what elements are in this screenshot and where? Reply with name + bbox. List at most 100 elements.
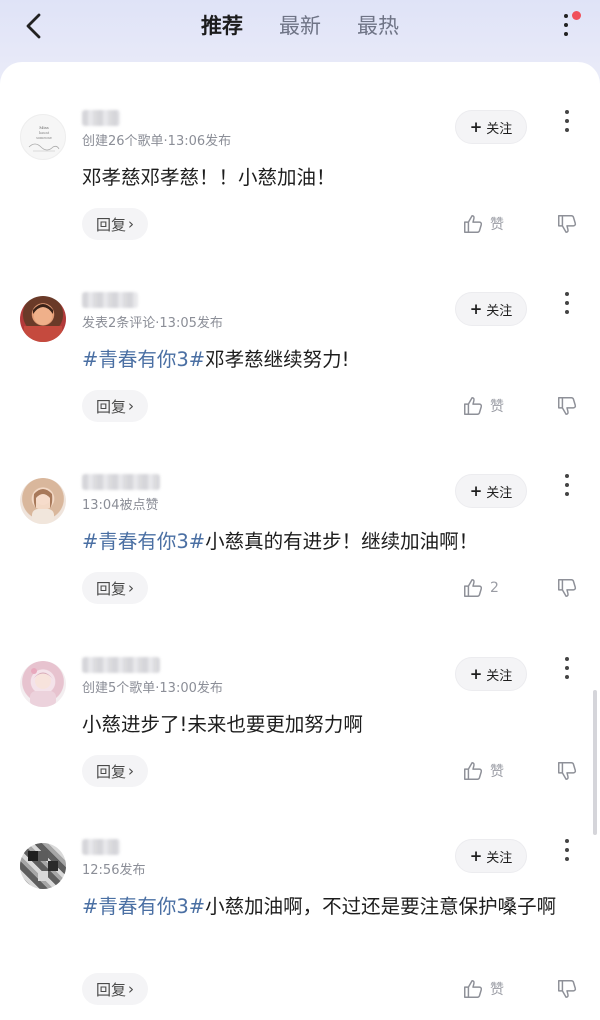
hashtag[interactable]: #青春有你3# [82,530,205,553]
thumbs-down-icon [558,215,577,233]
dislike-button[interactable] [556,390,582,422]
reply-button[interactable]: 回复 › [82,973,148,1005]
comment-menu-button[interactable] [556,657,578,685]
like-count: 赞 [490,217,504,233]
thumbs-up-icon [464,215,483,233]
comment-body: 邓孝慈邓孝慈！！小慈加油！ [82,166,336,189]
reply-button[interactable]: 回复 › [82,390,148,422]
plus-icon: + [469,665,483,683]
more-options-button[interactable] [550,8,586,44]
scrollbar-thumb[interactable] [593,690,597,835]
thumbs-down-icon [558,980,577,998]
comment-menu-button[interactable] [556,474,578,502]
comment-meta: 创建26个歌单·13:06发布 [82,134,232,149]
dislike-button[interactable] [556,572,582,604]
thumbs-down-icon [558,397,577,415]
like-button[interactable]: 赞 [462,973,512,1005]
follow-button[interactable]: + 关注 [455,839,527,873]
thumbs-up-icon [464,579,483,597]
notification-dot [572,11,581,20]
follow-button[interactable]: + 关注 [455,657,527,691]
thumbs-up-icon [464,397,483,415]
comment-text: 邓孝慈邓孝慈！！小慈加油！ [82,160,587,195]
username-blurred [82,110,120,126]
plus-icon: + [469,300,483,318]
thumbs-down-icon [558,579,577,597]
chevron-right-icon: › [128,397,134,415]
follow-button[interactable]: + 关注 [455,292,527,326]
svg-text:someone: someone [36,136,52,140]
follow-label: 关注 [486,485,513,501]
avatar[interactable] [20,843,66,889]
avatar-pixelated [20,843,66,889]
avatar[interactable] [20,661,66,707]
vertical-dots-icon [564,14,568,41]
svg-text:Miss: Miss [39,125,48,130]
reply-label: 回复 [95,397,126,416]
plus-icon: + [469,118,483,136]
tab-recommended[interactable]: 推荐 [201,8,243,44]
comment-body: 邓孝慈继续努力! [205,348,350,371]
avatar[interactable] [20,478,66,524]
like-button[interactable]: 赞 [462,390,512,422]
comment-meta: 12:56发布 [82,863,146,878]
dislike-button[interactable] [556,208,582,240]
follow-label: 关注 [486,850,513,866]
reply-label: 回复 [95,215,126,234]
comment-menu-button[interactable] [556,292,578,320]
follow-label: 关注 [486,668,513,684]
follow-label: 关注 [486,121,513,137]
follow-label: 关注 [486,303,513,319]
comment-menu-button[interactable] [556,110,578,138]
reply-label: 回复 [95,762,126,781]
thumbs-up-icon [464,762,483,780]
like-count: 赞 [490,982,504,998]
avatar-photo [30,668,56,707]
follow-button[interactable]: + 关注 [455,474,527,508]
comment-body: 小慈真的有进步！继续加油啊！ [205,530,479,553]
hashtag[interactable]: #青春有你3# [82,348,205,371]
comment-menu-button[interactable] [556,839,578,867]
reply-button[interactable]: 回复 › [82,755,148,787]
thumbs-down-icon [558,762,577,780]
like-button[interactable]: 赞 [462,755,512,787]
avatar-sketch-image: Miss haunt someone [28,125,60,152]
sort-tabs: 推荐 最新 最热 [0,8,600,44]
comment-body: 小慈加油啊，不过还是要注意保护嗓子啊 [205,895,557,918]
comment-text: #青春有你3#小慈加油啊，不过还是要注意保护嗓子啊 [82,889,587,924]
like-count: 赞 [490,399,504,415]
avatar-photo [32,489,54,524]
thumbs-up-icon [464,980,483,998]
comment-meta: 13:04被点赞 [82,498,159,513]
comment-text: #青春有你3#邓孝慈继续努力! [82,342,587,377]
tab-latest[interactable]: 最新 [279,8,321,44]
plus-icon: + [469,847,483,865]
follow-button[interactable]: + 关注 [455,110,527,144]
avatar[interactable] [20,296,66,342]
comment-text: 小慈进步了!未来也要更加努力啊 [82,707,587,742]
avatar[interactable]: Miss haunt someone [20,114,66,160]
reply-button[interactable]: 回复 › [82,208,148,240]
comment-list: Miss haunt someone 创建26个歌单·13:06发布 + 关注 … [0,62,600,1020]
chevron-right-icon: › [128,215,134,233]
like-button[interactable]: 2 [462,572,512,604]
dislike-button[interactable] [556,973,582,1005]
username-blurred [82,292,138,308]
reply-button[interactable]: 回复 › [82,572,148,604]
comment-body: 小慈进步了!未来也要更加努力啊 [82,713,363,736]
top-bar: 推荐 最新 最热 [0,0,600,62]
comment-text: #青春有你3#小慈真的有进步！继续加油啊！ [82,524,587,559]
svg-text:haunt: haunt [39,131,50,135]
hashtag[interactable]: #青春有你3# [82,895,205,918]
comment-meta: 发表2条评论·13:05发布 [82,316,223,331]
comment-meta: 创建5个歌单·13:00发布 [82,681,223,696]
dislike-button[interactable] [556,755,582,787]
chevron-right-icon: › [128,579,134,597]
chevron-right-icon: › [128,980,134,998]
tab-hottest[interactable]: 最热 [357,8,399,44]
username-blurred [82,657,160,673]
plus-icon: + [469,482,483,500]
like-button[interactable]: 赞 [462,208,512,240]
avatar-photo [24,304,62,342]
username-blurred [82,474,160,490]
